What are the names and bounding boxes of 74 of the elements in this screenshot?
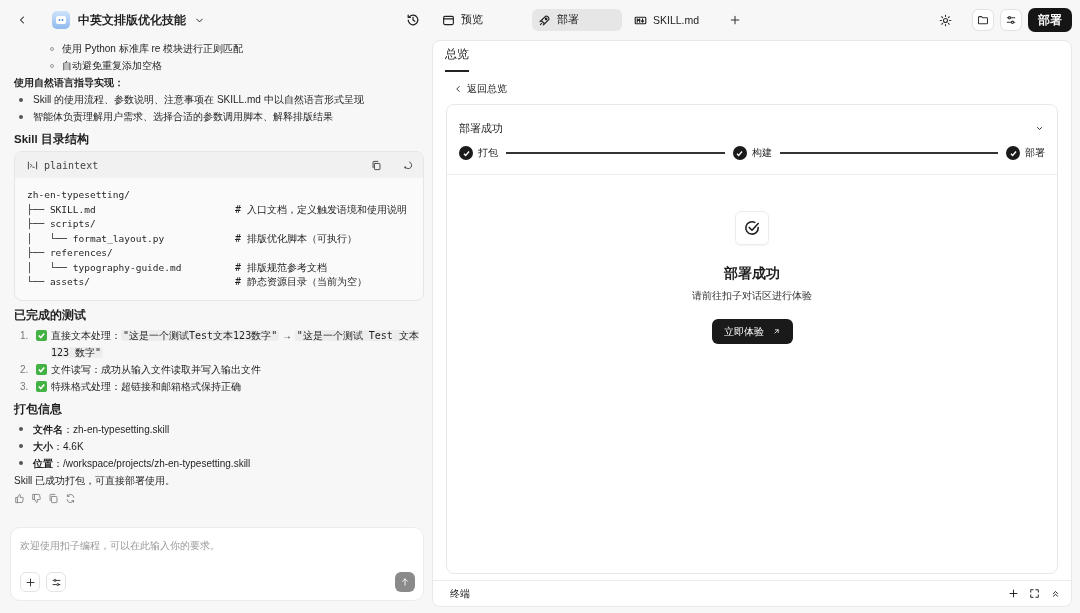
rocket-icon xyxy=(538,13,551,27)
plus-icon[interactable] xyxy=(1008,588,1019,599)
step-label: 部署 xyxy=(1025,146,1045,160)
tab[interactable]: 部署 xyxy=(532,9,622,31)
code-comment: # 静态资源目录（当前为空） xyxy=(235,275,369,289)
list-item-text: 特殊格式处理：超链接和邮箱格式保持正确 xyxy=(51,379,241,394)
check-circle-icon xyxy=(743,219,761,237)
thumbs-down-icon[interactable] xyxy=(31,492,42,504)
result-subtitle: 请前往扣子对话区进行体验 xyxy=(692,289,812,303)
section-heading: Skill 目录结构 xyxy=(14,132,90,147)
app-icon xyxy=(52,11,70,29)
message-text: Skill 已成功打包，可直接部署使用。 xyxy=(14,473,177,488)
list-number: 1. xyxy=(20,328,30,343)
terminal-icon xyxy=(27,159,38,171)
message-input[interactable]: 欢迎使用扣子编程，可以在此输入你的要求。 xyxy=(20,536,415,554)
copy-icon[interactable] xyxy=(371,159,382,171)
external-arrow-icon xyxy=(771,327,781,336)
folder-button[interactable] xyxy=(972,9,994,31)
step-label: 打包 xyxy=(478,146,498,160)
list-item-text: 智能体负责理解用户需求、选择合适的参数调用脚本、解释排版结果 xyxy=(33,110,333,124)
try-now-button[interactable]: 立即体验 xyxy=(711,319,793,344)
copy-icon[interactable] xyxy=(48,492,59,504)
code-line: └── assets/ xyxy=(27,275,91,289)
sliders-icon xyxy=(50,576,62,588)
arrow-up-icon xyxy=(400,577,410,587)
chevrons-up-icon[interactable] xyxy=(1050,588,1061,599)
card-title: 部署成功 xyxy=(459,121,503,136)
fullscreen-icon[interactable] xyxy=(1029,588,1040,599)
code-comment: # 入口文档，定义触发语境和使用说明 xyxy=(235,202,409,217)
section-heading: 打包信息 xyxy=(14,401,63,417)
window-icon xyxy=(442,13,455,27)
list-number: 2. xyxy=(20,362,30,377)
list-item-text: 文件读写：成功从输入文件读取并写入输出文件 xyxy=(51,362,261,377)
deploy-button[interactable]: 部署 xyxy=(1028,8,1072,32)
tab[interactable]: 预览 xyxy=(436,9,526,31)
list-item-text: 自动避免重复添加空格 xyxy=(62,59,162,73)
history-icon[interactable] xyxy=(406,13,420,27)
code-comment: # 排版规范参考文档 xyxy=(235,260,329,275)
list-item-text: 直接文本处理： "这是一个测试Test文本123数字" → "这是一个测试 Test 文本 123 数字" xyxy=(51,328,420,360)
sliders-icon xyxy=(1005,14,1017,26)
section-label: 使用自然语言指导实现： xyxy=(14,76,125,90)
back-link[interactable]: 返回总览 xyxy=(453,82,507,96)
tab[interactable]: 总览 xyxy=(445,47,469,72)
step-label: 构建 xyxy=(751,146,772,160)
terminal-label[interactable]: 终端 xyxy=(450,586,470,601)
skill-title[interactable]: 中英文排版优化技能 xyxy=(78,12,186,28)
code-line: │ └── typography-guide.md xyxy=(27,260,183,275)
back-icon xyxy=(453,84,463,94)
code-line: zh-en-typesetting/ xyxy=(27,188,131,202)
code-line: │ └── format_layout.py xyxy=(27,231,166,246)
refresh-icon[interactable] xyxy=(65,492,76,504)
folder-icon xyxy=(977,14,989,26)
code-comment: # 排版优化脚本（可执行） xyxy=(235,231,359,246)
list-item-text: 位置：/workspace/projects/zh-en-typesetting.skill xyxy=(33,456,251,471)
section-heading: 已完成的测试 xyxy=(14,307,87,323)
result-title: 部署成功 xyxy=(724,265,780,283)
list-item-text: Skill 的使用流程、参数说明、注意事项在 SKILL.md 中以自然语言形式呈现 xyxy=(33,93,364,107)
code-line: ├── scripts/ xyxy=(27,217,97,232)
list-number: 3. xyxy=(20,379,30,394)
list-item-text: 大小：4.6K xyxy=(33,439,84,454)
code-language: plaintext xyxy=(44,158,99,173)
settings-button[interactable] xyxy=(46,572,66,592)
wrap-icon[interactable] xyxy=(402,159,413,171)
sun-icon xyxy=(938,13,952,27)
plus-icon xyxy=(729,14,741,26)
list-item-text: 使用 Python 标准库 re 模块进行正则匹配 xyxy=(62,42,244,56)
settings-button[interactable] xyxy=(1000,9,1022,31)
list-item-text: 文件名：zh-en-typesetting.skill xyxy=(33,422,170,437)
thumbs-up-icon[interactable] xyxy=(14,492,25,504)
code-line: ├── SKILL.md xyxy=(27,202,97,217)
tab[interactable]: SKILL.md xyxy=(628,9,718,31)
add-button[interactable] xyxy=(20,572,40,592)
plus-icon xyxy=(24,576,36,588)
code-line: ├── references/ xyxy=(27,246,114,261)
